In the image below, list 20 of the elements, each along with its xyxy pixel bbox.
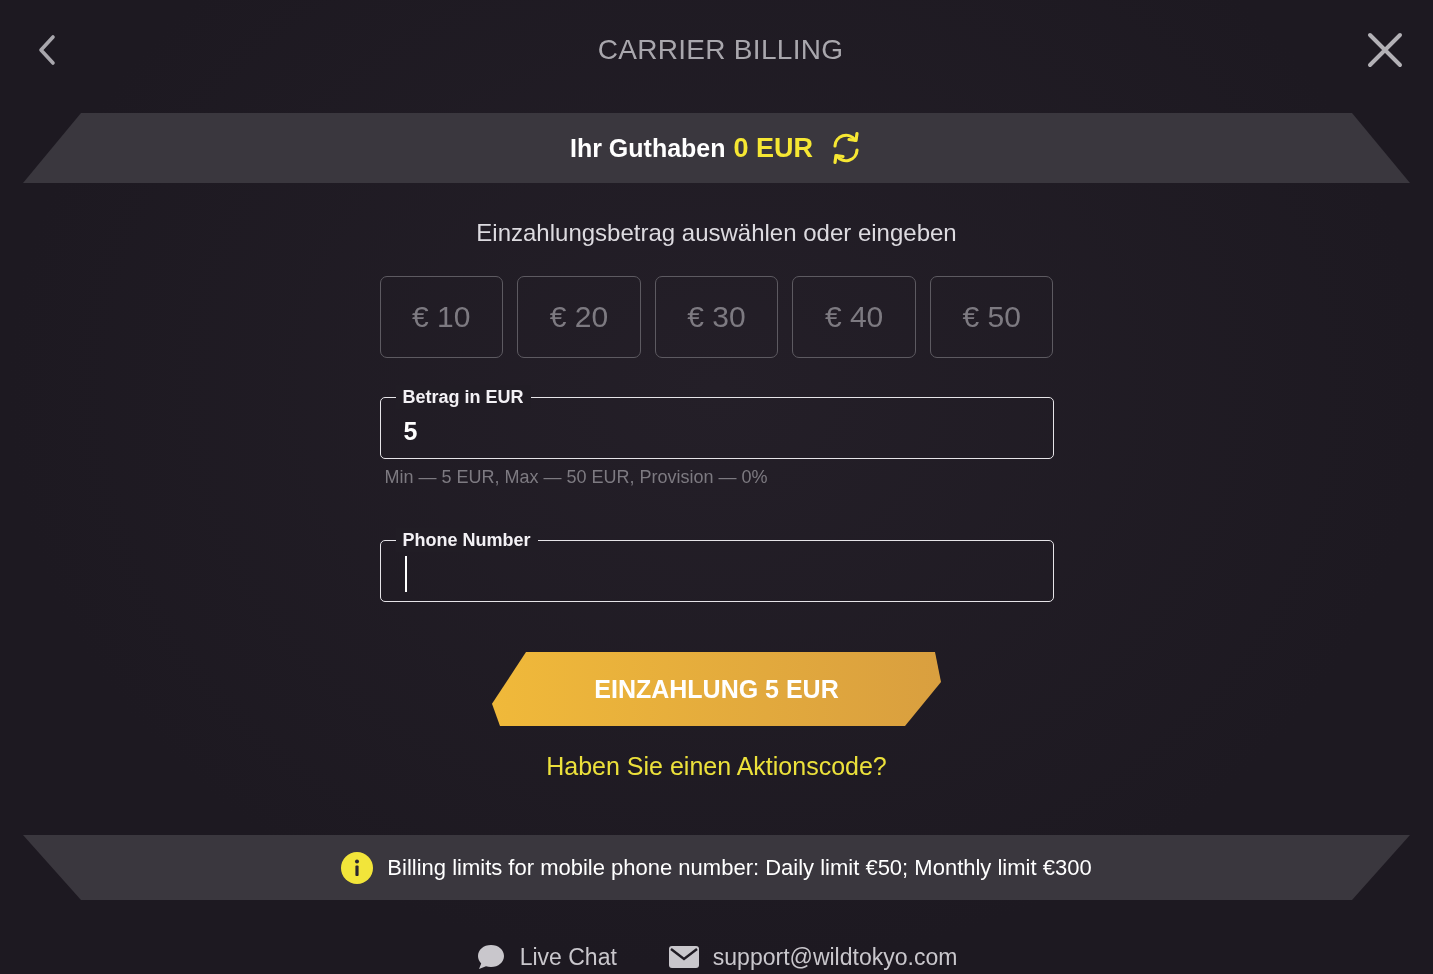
chat-bubble-icon [475, 944, 506, 970]
section-heading: Einzahlungsbetrag auswählen oder eingeben [476, 218, 957, 248]
balance-amount: 0 EUR [733, 132, 814, 164]
amount-preset[interactable]: € 10 [379, 276, 504, 358]
email-link[interactable]: support@wildtokyo.com [668, 943, 958, 971]
amount-preset[interactable]: € 20 [517, 276, 641, 358]
close-icon[interactable] [1367, 32, 1403, 68]
limits-hint: Min — 5 EUR, Max — 50 EUR, Provision — 0% [383, 467, 769, 487]
info-icon [341, 851, 374, 884]
back-icon[interactable] [38, 34, 56, 66]
promo-code-link[interactable]: Haben Sie einen Aktionscode? [546, 752, 887, 780]
live-chat-link[interactable]: Live Chat [475, 943, 617, 971]
amount-preset[interactable]: € 30 [654, 276, 779, 358]
amount-preset[interactable]: € 40 [792, 276, 916, 358]
page-title: CARRIER BILLING [597, 34, 844, 66]
notice-text: Billing limits for mobile phone number: Daily limit €50; Monthly limit €300 [387, 854, 1092, 881]
balance-label: Ihr Guthaben [569, 133, 726, 163]
amount-preset[interactable]: € 50 [929, 276, 1054, 358]
mail-icon [668, 944, 699, 970]
deposit-button[interactable]: EINZAHLUNG 5 EUR [492, 652, 941, 726]
